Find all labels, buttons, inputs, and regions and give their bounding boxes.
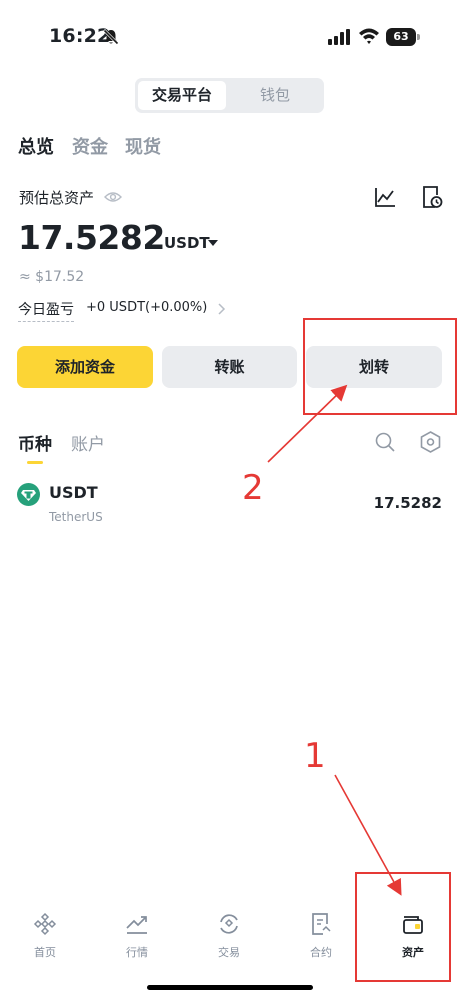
- tab-account[interactable]: 账户: [71, 430, 105, 455]
- futures-icon: [312, 913, 331, 935]
- annotation-number-1: 1: [304, 736, 326, 776]
- nav-label: 交易: [218, 946, 240, 959]
- search-icon[interactable]: [375, 432, 395, 452]
- caret-down-icon[interactable]: [208, 240, 218, 247]
- segment-wallet[interactable]: 钱包: [230, 78, 320, 113]
- add-funds-button[interactable]: 添加资金: [17, 346, 153, 388]
- eye-icon[interactable]: [104, 190, 122, 204]
- annotation-box-transfer: [303, 318, 457, 415]
- chevron-right-icon[interactable]: [218, 303, 226, 315]
- tether-glyph-icon: [21, 490, 36, 501]
- markets-icon: [126, 916, 147, 934]
- bottom-navigation: 首页 行情 交易 合约 资产: [0, 900, 459, 980]
- nav-label: 首页: [34, 946, 56, 959]
- battery-tip: [417, 34, 420, 40]
- trade-icon: [220, 914, 238, 934]
- nav-assets[interactable]: 资产: [368, 900, 458, 970]
- currency-selector[interactable]: USDT: [164, 234, 210, 252]
- coin-symbol: USDT: [49, 483, 98, 502]
- nav-home[interactable]: 首页: [0, 900, 90, 970]
- list-item[interactable]: USDT TetherUS 17.5282: [0, 478, 459, 528]
- battery-level: 63: [386, 28, 416, 46]
- fiat-value: ≈ $17.52: [19, 269, 85, 285]
- chart-icon[interactable]: [374, 186, 396, 208]
- pnl-label[interactable]: 今日盈亏: [18, 299, 74, 322]
- battery-indicator: 63: [386, 28, 420, 46]
- nav-futures[interactable]: 合约: [276, 900, 366, 970]
- tab-active-indicator: [27, 461, 43, 464]
- signal-icon: [328, 29, 350, 45]
- history-icon[interactable]: [421, 185, 443, 209]
- wifi-icon: [359, 28, 379, 44]
- tether-icon: [17, 483, 40, 506]
- nav-label: 合约: [310, 946, 332, 959]
- nav-label: 行情: [126, 946, 148, 959]
- pnl-value[interactable]: +0 USDT(+0.00%): [86, 300, 207, 315]
- tab-coin[interactable]: 币种: [18, 430, 52, 455]
- nav-trade[interactable]: 交易: [184, 900, 274, 970]
- tab-spot[interactable]: 现货: [125, 133, 161, 159]
- bell-muted-icon: [102, 28, 120, 46]
- nav-label: 资产: [402, 946, 424, 959]
- transfer-button[interactable]: 转账: [162, 346, 297, 388]
- segment-exchange[interactable]: 交易平台: [138, 81, 226, 110]
- total-balance: 17.5282: [18, 218, 165, 257]
- tab-funding[interactable]: 资金: [72, 133, 108, 159]
- wallet-icon: [403, 916, 423, 934]
- nav-markets[interactable]: 行情: [92, 900, 182, 970]
- estimated-total-label: 预估总资产: [19, 189, 95, 207]
- home-indicator: [147, 985, 313, 990]
- status-bar: 16:22 63: [0, 0, 459, 60]
- tab-overview[interactable]: 总览: [18, 133, 54, 159]
- platform-switch: 交易平台 钱包: [135, 78, 324, 113]
- settings-icon[interactable]: [420, 431, 441, 453]
- coin-name: TetherUS: [49, 510, 103, 524]
- home-icon: [33, 912, 57, 936]
- coin-amount: 17.5282: [373, 494, 442, 512]
